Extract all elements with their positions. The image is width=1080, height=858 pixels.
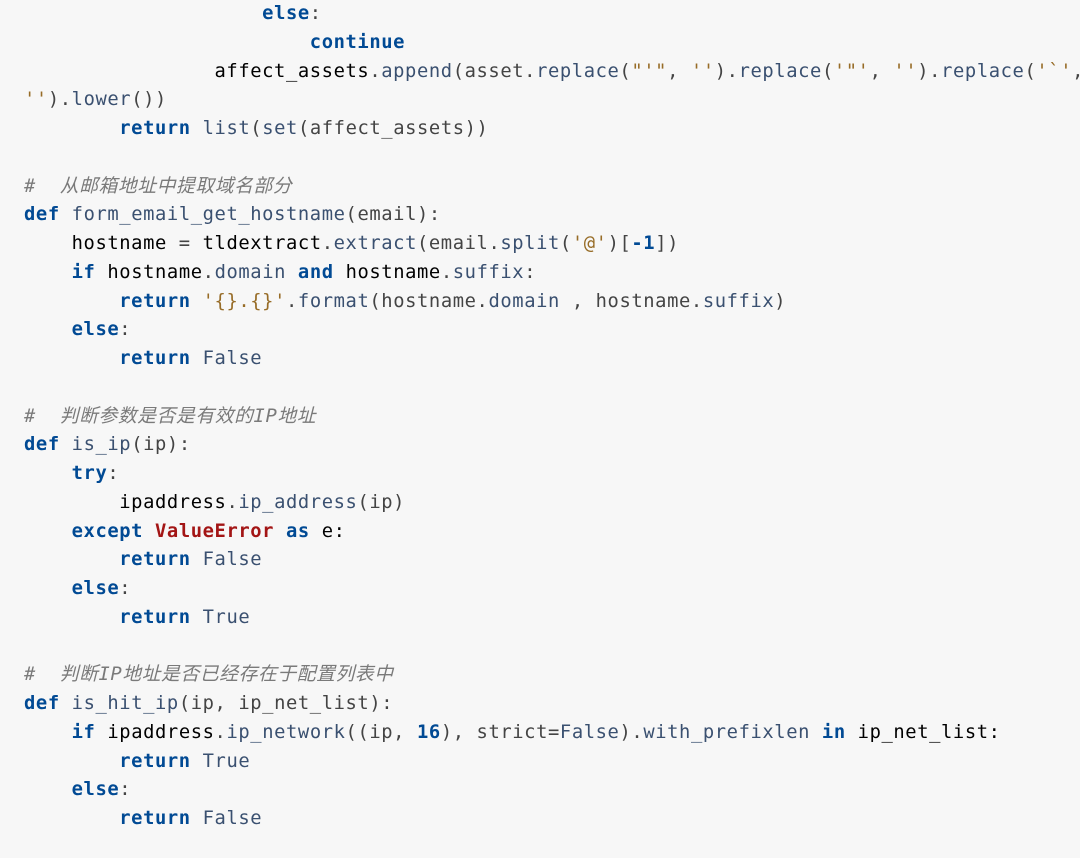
code-line: try: <box>24 463 119 484</box>
code-line: return False <box>24 549 262 570</box>
code-line: # 判断参数是否是有效的IP地址 <box>24 406 316 427</box>
code-block: else: continue affect_assets.append(asse… <box>0 0 1080 840</box>
code-line: if ipaddress.ip_network((ip, 16), strict… <box>24 722 1001 743</box>
code-line: return True <box>24 607 250 628</box>
code-line: else: <box>24 578 131 599</box>
code-line: '').lower()) <box>24 89 167 110</box>
code-line: return False <box>24 808 262 829</box>
comment: # 从邮箱地址中提取域名部分 <box>24 176 292 197</box>
code-line: return '{}.{}'.format(hostname.domain , … <box>24 291 786 312</box>
code-line: else: <box>24 3 322 24</box>
code-line: def form_email_get_hostname(email): <box>24 204 441 225</box>
code-line: continue <box>24 32 405 53</box>
code-line: except ValueError as e: <box>24 521 346 542</box>
code-line: # 判断IP地址是否已经存在于配置列表中 <box>24 664 394 685</box>
code-line: def is_ip(ip): <box>24 434 191 455</box>
exception-name: ValueError <box>155 521 274 542</box>
code-line: return False <box>24 348 262 369</box>
code-line: affect_assets.append(asset.replace("'", … <box>24 61 1080 82</box>
comment: # 判断IP地址是否已经存在于配置列表中 <box>24 664 394 685</box>
code-line: if hostname.domain and hostname.suffix: <box>24 262 536 283</box>
code-line: hostname = tldextract.extract(email.spli… <box>24 233 679 254</box>
code-line: def is_hit_ip(ip, ip_net_list): <box>24 693 393 714</box>
comment: # 判断参数是否是有效的IP地址 <box>24 406 316 427</box>
code-line: else: <box>24 779 131 800</box>
code-line <box>24 636 36 657</box>
code-line <box>24 147 36 168</box>
code-line: else: <box>24 319 131 340</box>
code-line: return list(set(affect_assets)) <box>24 118 488 139</box>
code-line: # 从邮箱地址中提取域名部分 <box>24 176 292 197</box>
code-line: ipaddress.ip_address(ip) <box>24 492 405 513</box>
code-line <box>24 377 36 398</box>
code-line: return True <box>24 751 250 772</box>
